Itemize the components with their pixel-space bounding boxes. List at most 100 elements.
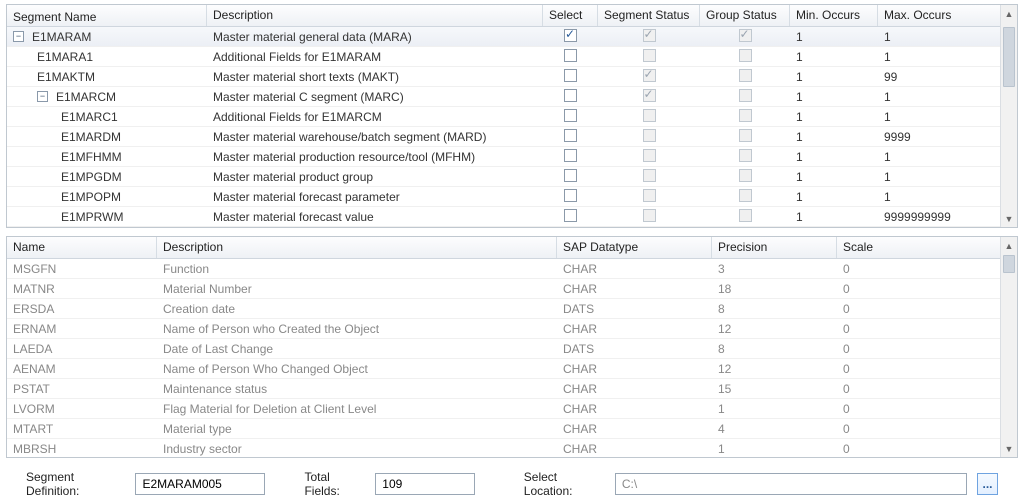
field-row[interactable]: ERSDACreation dateDATS80: [7, 299, 1000, 319]
field-row[interactable]: MSGFNFunctionCHAR30: [7, 259, 1000, 279]
segment-row[interactable]: E1MFHMM Master material production resour…: [7, 147, 1000, 167]
segment-definition-input[interactable]: [135, 473, 265, 495]
field-name: LVORM: [7, 402, 157, 416]
checkbox[interactable]: [564, 169, 577, 182]
col-segment-status[interactable]: Segment Status: [598, 5, 700, 26]
segment-description: Master material C segment (MARC): [207, 90, 543, 104]
field-description: Name of Person who Created the Object: [157, 322, 557, 336]
segment-row[interactable]: E1MARC1Additional Fields for E1MARCM11: [7, 107, 1000, 127]
segment-name: E1MARAM: [32, 30, 91, 44]
field-description: Date of Last Change: [157, 342, 557, 356]
segment-description: Master material short texts (MAKT): [207, 70, 543, 84]
segment-description: Additional Fields for E1MARAM: [207, 50, 543, 64]
field-datatype: DATS: [557, 342, 712, 356]
field-row[interactable]: MATNRMaterial NumberCHAR180: [7, 279, 1000, 299]
segment-status-cell: [598, 69, 700, 85]
checkbox[interactable]: [564, 69, 577, 82]
min-occurs: 1: [790, 90, 878, 104]
max-occurs: 1: [878, 170, 978, 184]
segment-name: E1MARDM: [61, 130, 121, 144]
col-precision[interactable]: Precision: [712, 237, 837, 258]
field-row[interactable]: MBRSHIndustry sectorCHAR10: [7, 439, 1000, 457]
checkbox: [739, 169, 752, 182]
select-cell: [543, 69, 598, 85]
segment-row[interactable]: E1MARDMMaster material warehouse/batch s…: [7, 127, 1000, 147]
field-precision: 12: [712, 322, 837, 336]
browse-button[interactable]: ...: [977, 473, 998, 495]
checkbox[interactable]: [564, 129, 577, 142]
segment-row[interactable]: −E1MARCM Master material C segment (MARC)…: [7, 87, 1000, 107]
field-scale: 0: [837, 282, 967, 296]
field-row[interactable]: AENAMName of Person Who Changed ObjectCH…: [7, 359, 1000, 379]
checkbox[interactable]: [564, 89, 577, 102]
field-precision: 8: [712, 302, 837, 316]
field-name: ERSDA: [7, 302, 157, 316]
checkbox[interactable]: [564, 29, 577, 42]
col-description[interactable]: Description: [207, 5, 543, 26]
col-group-status[interactable]: Group Status: [700, 5, 790, 26]
segment-row[interactable]: E1MPGDMMaster material product group11: [7, 167, 1000, 187]
segment-status-cell: [598, 189, 700, 205]
tree-collapse-icon[interactable]: −: [13, 31, 24, 42]
checkbox[interactable]: [564, 209, 577, 222]
col-max-occurs[interactable]: Max. Occurs: [878, 5, 978, 26]
col-select[interactable]: Select: [543, 5, 598, 26]
field-scale: 0: [837, 422, 967, 436]
segment-status-cell: [598, 49, 700, 65]
checkbox[interactable]: [564, 109, 577, 122]
max-occurs: 1: [878, 190, 978, 204]
col-scale[interactable]: Scale: [837, 237, 967, 258]
field-row[interactable]: ERNAMName of Person who Created the Obje…: [7, 319, 1000, 339]
scroll-thumb[interactable]: [1003, 27, 1015, 87]
segment-row[interactable]: E1MARA1Additional Fields for E1MARAM11: [7, 47, 1000, 67]
segment-row[interactable]: E1MAKTMMaster material short texts (MAKT…: [7, 67, 1000, 87]
segments-grid-header: Segment Name Description Select Segment …: [7, 5, 1000, 27]
scroll-down-icon[interactable]: ▼: [1001, 210, 1017, 227]
field-row[interactable]: PSTATMaintenance statusCHAR150: [7, 379, 1000, 399]
segments-scrollbar[interactable]: ▲ ▼: [1000, 5, 1017, 227]
min-occurs: 1: [790, 170, 878, 184]
scroll-thumb[interactable]: [1003, 255, 1015, 273]
checkbox[interactable]: [564, 149, 577, 162]
fields-grid-body: MSGFNFunctionCHAR30MATNRMaterial NumberC…: [7, 259, 1000, 457]
segment-name: E1MPGDM: [61, 170, 122, 184]
col-name[interactable]: Name: [7, 237, 157, 258]
segment-row[interactable]: E1MPRWMMaster material forecast value199…: [7, 207, 1000, 227]
segment-name: E1MPRWM: [61, 210, 123, 224]
segment-status-cell: [598, 129, 700, 145]
field-datatype: CHAR: [557, 362, 712, 376]
total-fields-input[interactable]: [375, 473, 475, 495]
checkbox: [643, 189, 656, 202]
field-name: MBRSH: [7, 442, 157, 456]
scroll-up-icon[interactable]: ▲: [1001, 5, 1017, 22]
checkbox: [643, 69, 656, 82]
col-min-occurs[interactable]: Min. Occurs: [790, 5, 878, 26]
segment-name: E1MFHMM: [61, 150, 122, 164]
checkbox: [739, 49, 752, 62]
col-sap-datatype[interactable]: SAP Datatype: [557, 237, 712, 258]
checkbox: [643, 209, 656, 222]
field-description: Maintenance status: [157, 382, 557, 396]
col-field-description[interactable]: Description: [157, 237, 557, 258]
select-location-input[interactable]: [615, 473, 967, 495]
field-precision: 12: [712, 362, 837, 376]
col-segment-name[interactable]: Segment Name: [7, 5, 207, 26]
field-row[interactable]: LVORMFlag Material for Deletion at Clien…: [7, 399, 1000, 419]
checkbox[interactable]: [564, 49, 577, 62]
scroll-up-icon[interactable]: ▲: [1001, 237, 1017, 254]
segment-name: E1MARC1: [61, 110, 118, 124]
segment-description: Master material production resource/tool…: [207, 150, 543, 164]
field-datatype: CHAR: [557, 262, 712, 276]
segment-name: E1MARCM: [56, 90, 116, 104]
min-occurs: 1: [790, 70, 878, 84]
segment-row[interactable]: E1MPOPMMaster material forecast paramete…: [7, 187, 1000, 207]
checkbox[interactable]: [564, 189, 577, 202]
field-scale: 0: [837, 442, 967, 456]
field-row[interactable]: MTARTMaterial typeCHAR40: [7, 419, 1000, 439]
fields-scrollbar[interactable]: ▲ ▼: [1000, 237, 1017, 457]
field-row[interactable]: LAEDADate of Last ChangeDATS80: [7, 339, 1000, 359]
segment-row[interactable]: −E1MARAMMaster material general data (MA…: [7, 27, 1000, 47]
scroll-down-icon[interactable]: ▼: [1001, 440, 1017, 457]
tree-collapse-icon[interactable]: −: [37, 91, 48, 102]
checkbox: [643, 129, 656, 142]
